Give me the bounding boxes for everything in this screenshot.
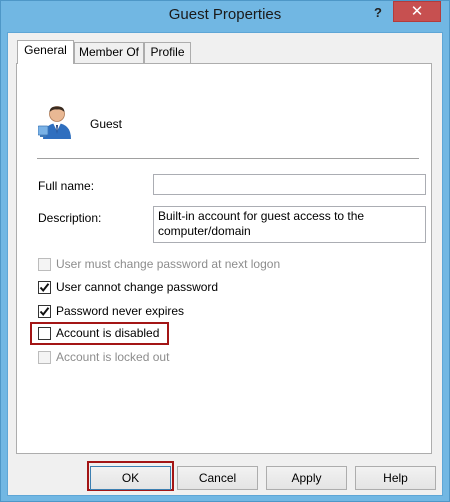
password-never-expires-label: Password never expires [56,304,185,318]
full-name-label: Full name: [38,179,95,193]
tab-member-of[interactable]: Member Of [74,42,144,63]
full-name-input[interactable] [153,174,426,195]
general-tab-page: Guest Full name: Description: Built-in a… [16,63,432,454]
username-label: Guest [90,117,123,131]
checkmark-icon [39,283,50,293]
password-never-expires-checkbox[interactable] [38,305,51,318]
title-bar[interactable]: Guest Properties ? ✕ [1,1,449,32]
ok-button[interactable]: OK [90,466,171,490]
dialog-client-area: General Member Of Profile Guest Full nam… [7,32,443,496]
tab-profile[interactable]: Profile [144,42,191,63]
must-change-password-checkbox[interactable] [38,258,51,271]
user-icon [38,106,71,139]
description-input[interactable]: Built-in account for guest access to the… [153,206,426,243]
close-button[interactable]: ✕ [393,1,441,22]
account-disabled-checkbox[interactable] [38,327,51,340]
header-divider [37,158,419,159]
tab-general[interactable]: General [17,40,74,64]
account-locked-out-label: Account is locked out [56,350,170,364]
account-disabled-label: Account is disabled [56,326,160,340]
must-change-password-label: User must change password at next logon [56,257,281,271]
cannot-change-password-checkbox[interactable] [38,281,51,294]
checkmark-icon [39,307,50,317]
help-question-icon[interactable]: ? [365,4,391,24]
cannot-change-password-label: User cannot change password [56,280,219,294]
apply-button[interactable]: Apply [266,466,347,490]
cancel-button[interactable]: Cancel [177,466,258,490]
help-button[interactable]: Help [355,466,436,490]
account-locked-out-checkbox[interactable] [38,351,51,364]
description-label: Description: [38,211,102,225]
properties-window: Guest Properties ? ✕ General Member Of P… [0,0,450,502]
